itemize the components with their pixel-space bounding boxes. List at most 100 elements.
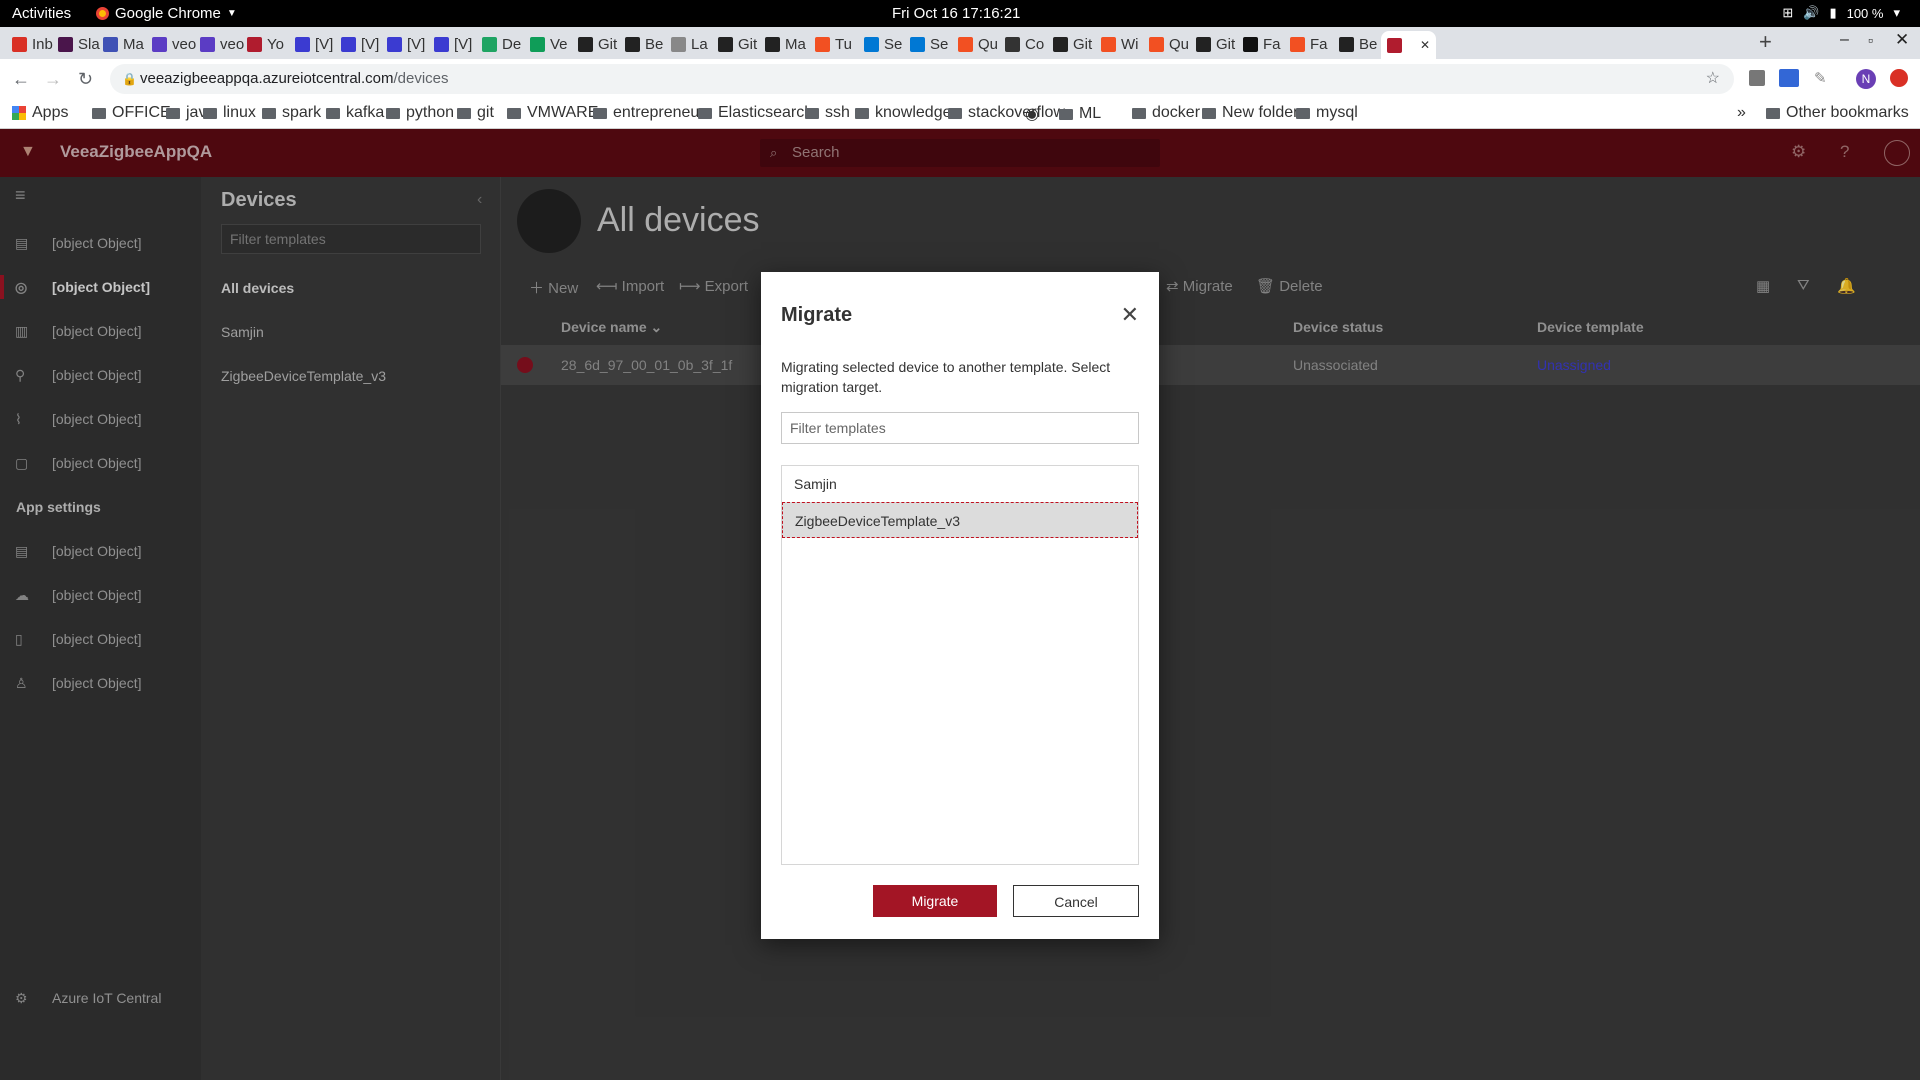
github-icon bbox=[718, 36, 733, 52]
bookmark-item[interactable]: python bbox=[386, 104, 454, 122]
back-icon[interactable]: ← bbox=[12, 69, 30, 90]
close-icon[interactable]: ✕ bbox=[1121, 302, 1139, 328]
browser-tab[interactable]: ✕ bbox=[1381, 31, 1436, 59]
browser-tab[interactable]: Inb bbox=[12, 31, 56, 57]
bookmark-item[interactable]: stackoverflow bbox=[948, 104, 1065, 122]
tab-label: Git bbox=[598, 35, 618, 53]
browser-tab[interactable]: veo bbox=[200, 31, 244, 57]
tab-label: Yo bbox=[267, 35, 284, 53]
system-tray[interactable]: ⊞ 🔊 ▮ 100 % ▾ bbox=[1782, 5, 1900, 21]
template-filter-input[interactable]: Filter templates bbox=[781, 412, 1139, 444]
app-menu[interactable]: Google Chrome ▼ bbox=[96, 5, 237, 22]
browser-tab[interactable]: Qu bbox=[1149, 31, 1193, 57]
browser-tab[interactable]: Be bbox=[625, 31, 669, 57]
url-host: veeazigbeeappqa.azureiotcentral.com bbox=[140, 70, 394, 87]
browser-tab[interactable]: [V] bbox=[434, 31, 478, 57]
bookmark-item[interactable]: mysql bbox=[1296, 104, 1358, 122]
folder-icon bbox=[262, 107, 276, 119]
browser-tab[interactable]: De bbox=[482, 31, 526, 57]
bookmark-item[interactable]: entrepreneur bbox=[593, 104, 705, 122]
clock[interactable]: Fri Oct 16 17:16:21 bbox=[892, 5, 1020, 22]
template-option-samjin[interactable]: Samjin bbox=[782, 466, 1138, 502]
browser-tab[interactable]: Sla bbox=[58, 31, 102, 57]
tv-icon bbox=[1243, 36, 1258, 52]
update-menu-icon[interactable] bbox=[1890, 69, 1908, 87]
browser-tab[interactable]: Ve bbox=[530, 31, 574, 57]
browser-tab[interactable]: Se bbox=[864, 31, 908, 57]
bookmark-item[interactable]: ◉ ML bbox=[1025, 104, 1101, 124]
folder-icon bbox=[203, 107, 217, 119]
browser-tab[interactable]: Wi bbox=[1101, 31, 1145, 57]
browser-tab[interactable]: La bbox=[671, 31, 715, 57]
folder-icon bbox=[326, 107, 340, 119]
bookmark-star-icon[interactable]: ☆ bbox=[1706, 64, 1720, 94]
bookmark-item[interactable]: git bbox=[457, 104, 494, 122]
browser-tab[interactable]: Qu bbox=[958, 31, 1002, 57]
tab-label: Sla bbox=[78, 35, 100, 53]
tab-label: Fa bbox=[1310, 35, 1328, 53]
bookmark-item[interactable]: knowledge bbox=[855, 104, 952, 122]
folder-icon bbox=[386, 107, 400, 119]
minimize-window-button[interactable]: – bbox=[1840, 31, 1849, 49]
browser-tab[interactable]: [V] bbox=[387, 31, 431, 57]
bookmark-item[interactable]: VMWARE bbox=[507, 104, 598, 122]
cb-icon bbox=[1339, 36, 1354, 52]
close-window-button[interactable]: ✕ bbox=[1895, 30, 1909, 50]
tab-label: veo bbox=[172, 35, 196, 53]
browser-tab[interactable]: Tu bbox=[815, 31, 859, 57]
bookmark-item[interactable]: Elasticsearch bbox=[698, 104, 813, 122]
browser-tab[interactable]: Git bbox=[718, 31, 762, 57]
bookmark-item[interactable]: Apps bbox=[12, 104, 68, 122]
browser-tab[interactable]: Git bbox=[1196, 31, 1240, 57]
browser-tab[interactable]: veo bbox=[152, 31, 196, 57]
bookmark-item[interactable]: New folder bbox=[1202, 104, 1298, 122]
extension-icon[interactable] bbox=[1749, 70, 1765, 86]
folder-icon bbox=[1058, 108, 1073, 120]
bookmark-item[interactable]: spark bbox=[262, 104, 321, 122]
new-tab-button[interactable]: + bbox=[1759, 29, 1772, 55]
browser-tab[interactable]: Yo bbox=[247, 31, 291, 57]
ms-icon bbox=[1149, 36, 1164, 52]
bookmark-item[interactable]: linux bbox=[203, 104, 256, 122]
browser-tab[interactable]: Fa bbox=[1290, 31, 1334, 57]
v-icon bbox=[247, 36, 262, 52]
bookmark-item[interactable]: OFFICE bbox=[92, 104, 171, 122]
browser-tab[interactable]: [V] bbox=[295, 31, 339, 57]
forward-icon[interactable]: → bbox=[44, 69, 62, 90]
more-bookmarks-button[interactable]: » bbox=[1737, 104, 1746, 122]
caret-down-icon: ▼ bbox=[226, 8, 237, 19]
folder-icon bbox=[166, 107, 180, 119]
browser-tab[interactable]: Ma bbox=[103, 31, 147, 57]
close-tab-icon[interactable]: ✕ bbox=[1420, 38, 1430, 52]
other-bookmarks[interactable]: Other bookmarks bbox=[1766, 104, 1909, 122]
dialog-title: Migrate bbox=[781, 304, 853, 326]
profile-avatar[interactable]: N bbox=[1856, 69, 1876, 89]
bookmark-item[interactable]: kafka bbox=[326, 104, 384, 122]
browser-tab[interactable]: Git bbox=[1053, 31, 1097, 57]
template-option-zigbee[interactable]: ZigbeeDeviceTemplate_v3 bbox=[782, 502, 1138, 538]
tab-label: La bbox=[691, 35, 708, 53]
tab-label: [V] bbox=[407, 35, 426, 53]
cancel-button[interactable]: Cancel bbox=[1013, 885, 1139, 917]
extension-icon[interactable]: ✎ bbox=[1814, 69, 1827, 87]
address-bar[interactable]: 🔒 veeazigbeeappqa.azureiotcentral.com/de… bbox=[110, 64, 1734, 94]
browser-tab[interactable]: Co bbox=[1005, 31, 1049, 57]
calendar-icon bbox=[103, 36, 118, 52]
tab-label: De bbox=[502, 35, 522, 53]
azure-icon bbox=[864, 36, 879, 52]
tab-label: Co bbox=[1025, 35, 1045, 53]
browser-tab[interactable]: Git bbox=[578, 31, 622, 57]
maximize-window-button[interactable]: ▫ bbox=[1868, 32, 1873, 48]
browser-tab[interactable]: Be bbox=[1339, 31, 1383, 57]
migrate-button[interactable]: Migrate bbox=[873, 885, 997, 917]
reload-icon[interactable]: ↻ bbox=[78, 69, 93, 90]
browser-tab[interactable]: Ma bbox=[765, 31, 809, 57]
extension-icon[interactable] bbox=[1779, 69, 1799, 87]
activities-button[interactable]: Activities bbox=[12, 5, 71, 22]
bookmark-item[interactable]: docker bbox=[1132, 104, 1200, 122]
folder-icon bbox=[698, 107, 712, 119]
browser-tab[interactable]: [V] bbox=[341, 31, 385, 57]
browser-tab[interactable]: Fa bbox=[1243, 31, 1287, 57]
bookmark-item[interactable]: ssh bbox=[805, 104, 850, 122]
browser-tab[interactable]: Se bbox=[910, 31, 954, 57]
